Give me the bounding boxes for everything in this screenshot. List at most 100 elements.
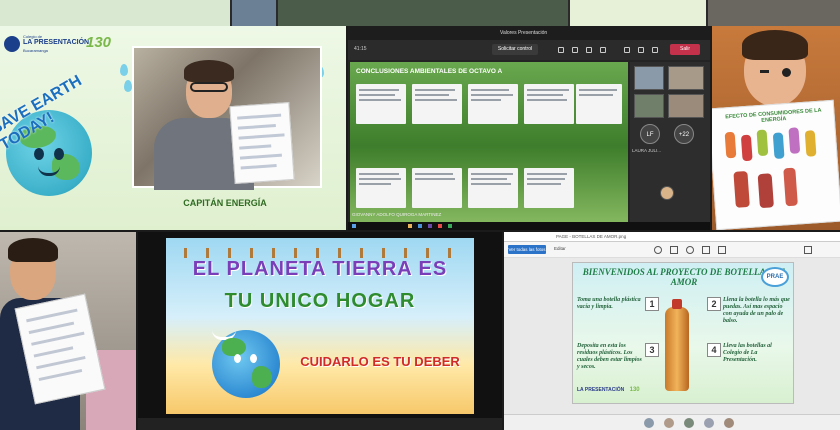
participant-name: LAURA JULI...	[632, 148, 662, 153]
drawing-figure	[756, 129, 769, 157]
eye-shape	[234, 354, 241, 363]
drawing-figure	[740, 134, 753, 162]
teams-meeting-window[interactable]: Valores Presentación 41:15 Solicitar con…	[348, 26, 710, 230]
top-thumbnail-strip	[0, 0, 840, 26]
zoom-in-icon[interactable]	[654, 246, 662, 254]
participant-video[interactable]	[668, 94, 704, 118]
thumb-1[interactable]	[0, 0, 230, 26]
board-note[interactable]	[412, 84, 462, 124]
planeta-tierra-slide[interactable]: EL PLANETA TIERRA ES TU UNICO HOGAR CUID…	[138, 232, 502, 430]
board-title: CONCLUSIONES AMBIENTALES DE OCTAVO A	[356, 68, 503, 75]
glasses-icon	[190, 82, 228, 92]
padlet-board: CONCLUSIONES AMBIENTALES DE OCTAVO A	[350, 62, 628, 230]
participant-thumb[interactable]	[664, 418, 674, 428]
board-note[interactable]	[356, 84, 406, 124]
thumb-4[interactable]	[570, 0, 706, 26]
winking-student-video[interactable]: EFECTO DE CONSUMIDORES DE LA ENERGÍA	[712, 26, 840, 230]
participant-avatar[interactable]: LF	[640, 124, 660, 144]
thumb-5[interactable]	[708, 0, 840, 26]
prae-badge: PRAE	[761, 267, 789, 287]
drawing-figure	[733, 170, 750, 208]
step-3-text: Deposita en esta los residuos plásticos.…	[577, 343, 642, 370]
participant-video[interactable]	[634, 66, 664, 90]
thumb-2[interactable]	[232, 0, 276, 26]
step-number: 4	[707, 343, 721, 357]
share-icon[interactable]	[804, 246, 812, 254]
drawing-figure	[757, 173, 774, 209]
board-note[interactable]	[468, 84, 518, 124]
rotate-icon[interactable]	[702, 246, 710, 254]
logo-city: Bucaramanga	[23, 48, 48, 53]
participant-video[interactable]	[668, 66, 704, 90]
drop-icon	[120, 64, 128, 76]
crest-icon	[4, 36, 20, 52]
eye-shape	[250, 354, 257, 363]
open-eye	[782, 68, 791, 77]
step-2-text: Llena la botella lo más que puedas. Así …	[723, 297, 790, 324]
reactions-icon[interactable]	[586, 47, 592, 53]
drawing-figure	[783, 167, 798, 207]
poster-title: EFECTO DE CONSUMIDORES DE LA ENERGÍA	[725, 107, 822, 124]
photos-app-window[interactable]: PAGE - BOTELLAS DE AMOR.png Ver todas la…	[504, 232, 840, 430]
smiling-globe-icon	[212, 330, 280, 398]
board-note[interactable]	[576, 84, 622, 124]
board-note[interactable]	[468, 168, 518, 208]
slide-heading-3: CUIDARLO ES TU DEBER	[300, 354, 460, 369]
window-titlebar: Valores Presentación	[348, 26, 710, 40]
crop-icon[interactable]	[718, 246, 726, 254]
leave-button[interactable]: Salir	[670, 44, 700, 55]
board-note[interactable]	[356, 168, 406, 208]
student-hair	[742, 30, 808, 60]
more-participants-button[interactable]: +22	[674, 124, 694, 144]
student-photo	[132, 46, 322, 190]
chat-icon[interactable]	[572, 47, 578, 53]
participant-thumb[interactable]	[644, 418, 654, 428]
step-number: 2	[707, 297, 721, 311]
meeting-title: Valores Presentación	[500, 30, 548, 36]
student-with-drawing-video[interactable]	[0, 232, 136, 430]
step-number: 1	[645, 297, 659, 311]
student-hair	[184, 60, 234, 82]
thumb-3[interactable]	[278, 0, 568, 26]
board-note[interactable]	[524, 84, 574, 124]
drop-icon	[124, 80, 132, 92]
request-control-button[interactable]: Solicitar control	[492, 44, 538, 55]
board-note[interactable]	[412, 168, 462, 208]
presenter-name: GIOVANNY ADOLFO QUIROGA MARTINEZ	[352, 212, 442, 217]
bottle-icon	[665, 299, 689, 391]
drawing-figure	[804, 130, 817, 157]
logo-school: LA PRESENTACIÓN	[577, 387, 625, 393]
winking-eye	[760, 70, 769, 73]
clothespins	[182, 248, 458, 258]
step-1-text: Toma una botella plástica vacía y limpia…	[577, 297, 641, 310]
see-all-photos-button[interactable]: Ver todas las fotos	[508, 245, 546, 254]
capitan-energia-slide[interactable]: Colegio de LA PRESENTACIÓN Bucaramanga 1…	[0, 26, 346, 230]
window-titlebar: PAGE - BOTELLAS DE AMOR.png	[504, 232, 840, 242]
more-icon[interactable]	[600, 47, 606, 53]
edit-button[interactable]: Editar	[554, 246, 566, 251]
participant-thumb[interactable]	[724, 418, 734, 428]
student-poster: EFECTO DE CONSUMIDORES DE LA ENERGÍA	[712, 99, 840, 230]
logo-year: 130	[629, 387, 640, 393]
participant-video[interactable]	[634, 94, 664, 118]
drawing-paper	[229, 102, 295, 184]
poster-school-logo: LA PRESENTACIÓN 130	[577, 387, 640, 393]
presenter-avatar	[660, 186, 674, 200]
board-note[interactable]	[524, 168, 574, 208]
windows-taskbar	[348, 222, 710, 230]
participants-icon[interactable]	[558, 47, 564, 53]
mic-icon[interactable]	[638, 47, 644, 53]
camera-icon[interactable]	[624, 47, 630, 53]
meeting-timer: 41:15	[354, 46, 367, 52]
favorite-icon[interactable]	[686, 246, 694, 254]
land-shape	[222, 338, 246, 356]
drawing-figure	[724, 131, 737, 159]
slide-heading-2: TU UNICO HOGAR	[224, 290, 416, 312]
share-icon[interactable]	[652, 47, 658, 53]
participant-thumb[interactable]	[684, 418, 694, 428]
drawing-figure	[772, 132, 785, 160]
delete-icon[interactable]	[670, 246, 678, 254]
land-shape	[252, 366, 272, 388]
participant-thumb[interactable]	[704, 418, 714, 428]
school-logo: Colegio de LA PRESENTACIÓN Bucaramanga 1…	[4, 34, 114, 66]
